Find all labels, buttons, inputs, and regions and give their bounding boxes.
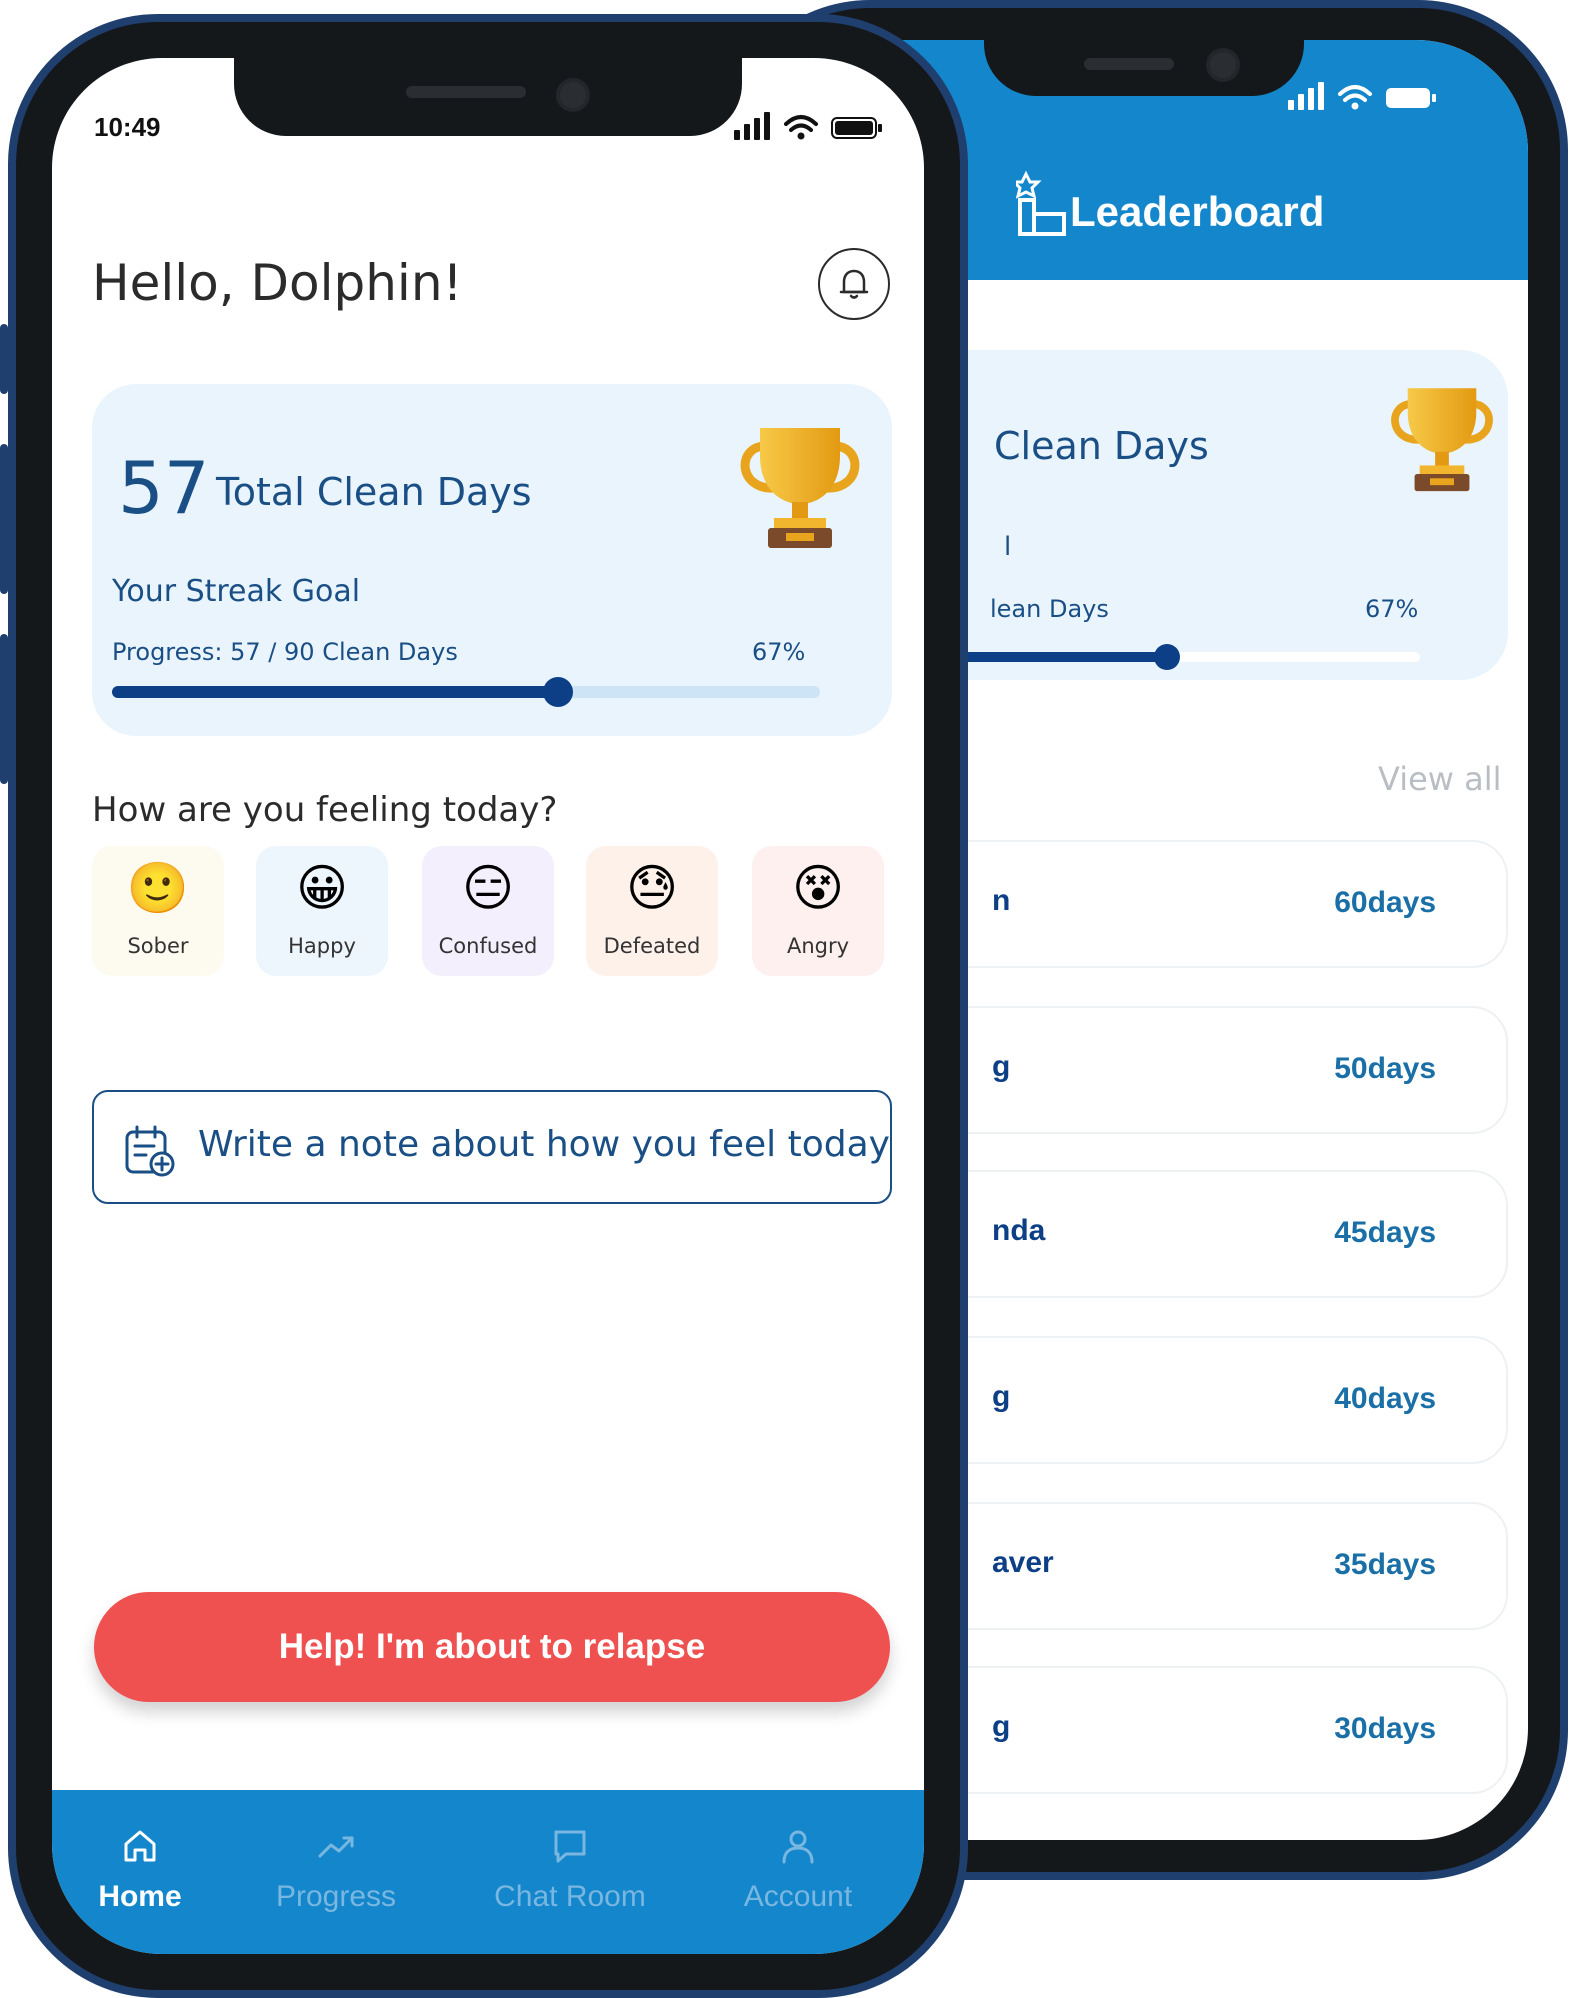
progress-fill [112,686,559,698]
side-button [0,634,8,784]
home-phone: 10:49 Hello, Dolphin! 57 Total Clean Day… [0,14,968,1998]
trophy-icon [1391,388,1493,492]
back-goal-label: l [1004,532,1012,562]
progress-percent: 67% [752,638,806,666]
total-days-label: Total Clean Days [216,470,532,514]
leaderboard-days: 45days [1334,1216,1436,1249]
nav-progress[interactable]: Progress [236,1824,436,1914]
relapse-help-button[interactable]: Help! I'm about to relapse [94,1592,890,1702]
speaker [406,86,526,98]
nav-home-label: Home [98,1880,182,1913]
home-screen: 10:49 Hello, Dolphin! 57 Total Clean Day… [52,58,924,1954]
mood-sober[interactable]: 🙂 Sober [92,846,224,976]
greeting: Hello, Dolphin! [92,254,463,312]
notch [234,58,742,136]
bell-icon [839,269,869,299]
mood-label: Sober [127,934,189,958]
wifi-icon [1338,85,1372,102]
leaderboard-days: 60days [1334,886,1436,919]
signal-icon [734,112,770,140]
leaderboard-name: n [992,884,1011,917]
dizzy-eyes-emoji: 😵 [791,859,845,917]
wifi-icon [784,115,818,132]
status-icons [1288,82,1438,116]
trophy-icon [740,428,860,548]
slight-smile-emoji: 🙂 [126,859,190,917]
grin-emoji: 😀 [295,859,349,917]
leaderboard-days: 40days [1334,1382,1436,1415]
progress-text: Progress: 57 / 90 Clean Days [112,638,458,666]
write-note-label: Write a note about how you feel today [198,1124,890,1165]
signal-icon [1288,82,1324,110]
leaderboard-name: nda [992,1214,1046,1247]
view-all-link[interactable]: View all [1378,760,1502,798]
battery-icon [831,117,882,139]
camera [556,78,590,112]
leaderboard-days: 35days [1334,1548,1436,1581]
calendar-note-icon [125,1125,175,1177]
back-card-headline: Clean Days [994,424,1209,468]
write-note-button[interactable]: Write a note about how you feel today [92,1090,892,1204]
progress-bar [112,677,820,707]
mood-label: Defeated [603,934,701,958]
home-icon [124,1830,156,1862]
notifications-button[interactable] [818,248,890,320]
back-progress-fill [960,652,1167,662]
mood-label: Angry [786,934,850,958]
side-button [0,444,8,594]
leaderboard-days: 30days [1334,1712,1436,1745]
mood-label: Happy [288,934,356,958]
streak-goal-label: Your Streak Goal [112,574,361,609]
battery-icon [1386,88,1436,108]
back-progress-bar [960,644,1420,670]
back-progress-knob [1154,644,1180,670]
speaker [1084,58,1174,70]
side-button [0,324,8,394]
side-button [1560,500,1568,660]
camera [1206,48,1240,82]
leaderboard-name: aver [992,1546,1054,1579]
trend-up-icon [318,1836,354,1858]
status-icons [734,112,884,146]
back-progress-text: lean Days [990,595,1109,623]
nav-chat-room-label: Chat Room [494,1880,646,1913]
nav-account[interactable]: Account [698,1824,898,1914]
nav-progress-label: Progress [275,1880,397,1913]
nav-account-label: Account [743,1880,853,1913]
mood-label: Confused [438,934,538,958]
bottom-nav: Home Progress Chat Room Account [52,1790,924,1954]
mood-angry[interactable]: 😵 Angry [752,846,884,976]
streak-card: 57 Total Clean Days Your Streak Goal Pro… [92,384,892,736]
total-days-count: 57 [118,446,210,530]
leaderboard-name: g [992,1710,1011,1743]
nav-home[interactable]: Home [52,1824,240,1914]
status-time: 10:49 [94,112,161,142]
notch [984,40,1304,96]
downcast-sweat-emoji: 😓 [625,859,679,917]
leaderboard-name: g [992,1050,1011,1083]
user-icon [782,1830,814,1864]
back-progress-percent: 67% [1365,595,1419,623]
mood-confused[interactable]: 😑 Confused [422,846,554,976]
chat-bubble-icon [554,1830,586,1863]
leaderboard-name: g [992,1380,1011,1413]
mood-happy[interactable]: 😀 Happy [256,846,388,976]
nav-chat-room[interactable]: Chat Room [470,1824,670,1914]
progress-knob[interactable] [543,677,574,707]
leaderboard-days: 50days [1334,1052,1436,1085]
leaderboard-title: Leaderboard [1070,188,1325,235]
expressionless-emoji: 😑 [461,859,515,917]
podium-icon [1016,170,1066,236]
feeling-question: How are you feeling today? [92,790,558,830]
mood-defeated[interactable]: 😓 Defeated [586,846,718,976]
